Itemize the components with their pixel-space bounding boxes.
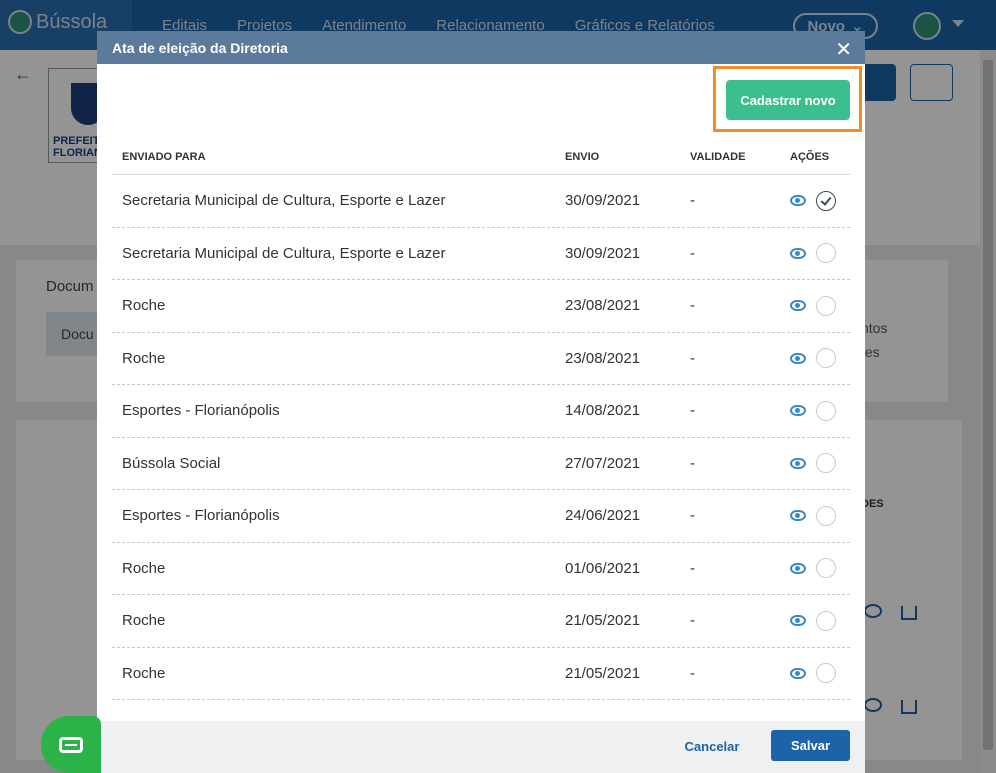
modal-footer: Cancelar Salvar xyxy=(97,721,865,773)
chat-button[interactable] xyxy=(41,716,101,773)
cell-validade: - xyxy=(690,402,695,420)
select-radio[interactable] xyxy=(816,400,836,421)
cell-enviado-para: Roche xyxy=(122,559,166,577)
table-row: Roche 01/06/2021 - xyxy=(112,543,850,595)
cell-acoes xyxy=(780,190,850,211)
eye-icon[interactable] xyxy=(790,667,806,679)
cell-validade: - xyxy=(690,192,695,210)
cell-acoes xyxy=(780,243,850,264)
cell-enviado-para: Secretaria Municipal de Cultura, Esporte… xyxy=(122,244,446,262)
table-body: Secretaria Municipal de Cultura, Esporte… xyxy=(112,175,850,700)
select-radio[interactable] xyxy=(816,610,836,631)
cell-validade: - xyxy=(690,664,695,682)
select-radio[interactable] xyxy=(816,505,836,526)
cell-validade: - xyxy=(690,297,695,315)
cell-acoes xyxy=(780,610,850,631)
cell-envio: 30/09/2021 xyxy=(565,192,641,210)
cell-enviado-para: Roche xyxy=(122,664,166,682)
cell-envio: 23/08/2021 xyxy=(565,297,641,315)
column-header-envio: ENVIO xyxy=(565,150,600,163)
table-header: ENVIADO PARA ENVIO VALIDADE AÇÕES xyxy=(112,139,850,175)
cell-envio: 21/05/2021 xyxy=(565,664,641,682)
table-row: Bússola Social 27/07/2021 - xyxy=(112,438,850,490)
cell-envio: 14/08/2021 xyxy=(565,402,641,420)
cell-acoes xyxy=(780,505,850,526)
select-radio[interactable] xyxy=(816,190,836,211)
cell-validade: - xyxy=(690,559,695,577)
cadastrar-novo-button[interactable]: Cadastrar novo xyxy=(726,80,850,120)
cell-acoes xyxy=(780,295,850,316)
cell-envio: 27/07/2021 xyxy=(565,454,641,472)
cell-acoes xyxy=(780,453,850,474)
cell-acoes xyxy=(780,400,850,421)
cell-validade: - xyxy=(690,454,695,472)
table-row: Esportes - Florianópolis 24/06/2021 - xyxy=(112,490,850,543)
cancel-button[interactable]: Cancelar xyxy=(667,731,757,761)
table-row: Roche 23/08/2021 - xyxy=(112,280,850,333)
table-row: Roche 23/08/2021 - xyxy=(112,333,850,385)
documents-modal: Ata de eleição da Diretoria ✕ Cadastrar … xyxy=(97,31,865,773)
table-row: Esportes - Florianópolis 14/08/2021 - xyxy=(112,385,850,438)
cell-envio: 23/08/2021 xyxy=(565,349,641,367)
cell-enviado-para: Esportes - Florianópolis xyxy=(122,402,280,420)
cell-validade: - xyxy=(690,612,695,630)
table-row: Roche 21/05/2021 - xyxy=(112,595,850,648)
eye-icon[interactable] xyxy=(790,405,806,417)
close-icon[interactable]: ✕ xyxy=(835,37,852,62)
eye-icon[interactable] xyxy=(790,615,806,627)
column-header-validade: VALIDADE xyxy=(690,150,746,163)
select-radio[interactable] xyxy=(816,453,836,474)
cell-enviado-para: Roche xyxy=(122,297,166,315)
table-row: Secretaria Municipal de Cultura, Esporte… xyxy=(112,175,850,228)
table-row: Secretaria Municipal de Cultura, Esporte… xyxy=(112,228,850,280)
column-header-enviado-para: ENVIADO PARA xyxy=(122,150,206,163)
cell-envio: 01/06/2021 xyxy=(565,559,641,577)
cell-validade: - xyxy=(690,244,695,262)
cell-envio: 21/05/2021 xyxy=(565,612,641,630)
eye-icon[interactable] xyxy=(790,510,806,522)
cell-enviado-para: Roche xyxy=(122,612,166,630)
select-radio[interactable] xyxy=(816,558,836,579)
cell-enviado-para: Bússola Social xyxy=(122,454,221,472)
modal-header: Ata de eleição da Diretoria ✕ xyxy=(97,31,865,64)
select-radio[interactable] xyxy=(816,663,836,684)
cell-acoes xyxy=(780,663,850,684)
eye-icon[interactable] xyxy=(790,457,806,469)
save-button[interactable]: Salvar xyxy=(771,730,850,761)
table-row: Roche 21/05/2021 - xyxy=(112,648,850,700)
modal-title: Ata de eleição da Diretoria xyxy=(112,40,288,56)
select-radio[interactable] xyxy=(816,348,836,369)
chat-icon xyxy=(59,736,83,753)
eye-icon[interactable] xyxy=(790,247,806,259)
documents-table: ENVIADO PARA ENVIO VALIDADE AÇÕES Secret… xyxy=(112,139,850,700)
cell-envio: 30/09/2021 xyxy=(565,244,641,262)
cell-validade: - xyxy=(690,507,695,525)
new-button-highlight: Cadastrar novo xyxy=(713,66,862,132)
cell-acoes xyxy=(780,348,850,369)
cell-enviado-para: Roche xyxy=(122,349,166,367)
cell-validade: - xyxy=(690,349,695,367)
eye-icon[interactable] xyxy=(790,352,806,364)
cell-enviado-para: Esportes - Florianópolis xyxy=(122,507,280,525)
cell-enviado-para: Secretaria Municipal de Cultura, Esporte… xyxy=(122,192,446,210)
cell-envio: 24/06/2021 xyxy=(565,507,641,525)
cell-acoes xyxy=(780,558,850,579)
eye-icon[interactable] xyxy=(790,562,806,574)
column-header-acoes: AÇÕES xyxy=(790,150,830,163)
eye-icon[interactable] xyxy=(790,195,806,207)
select-radio[interactable] xyxy=(816,243,836,264)
select-radio[interactable] xyxy=(816,295,836,316)
eye-icon[interactable] xyxy=(790,300,806,312)
